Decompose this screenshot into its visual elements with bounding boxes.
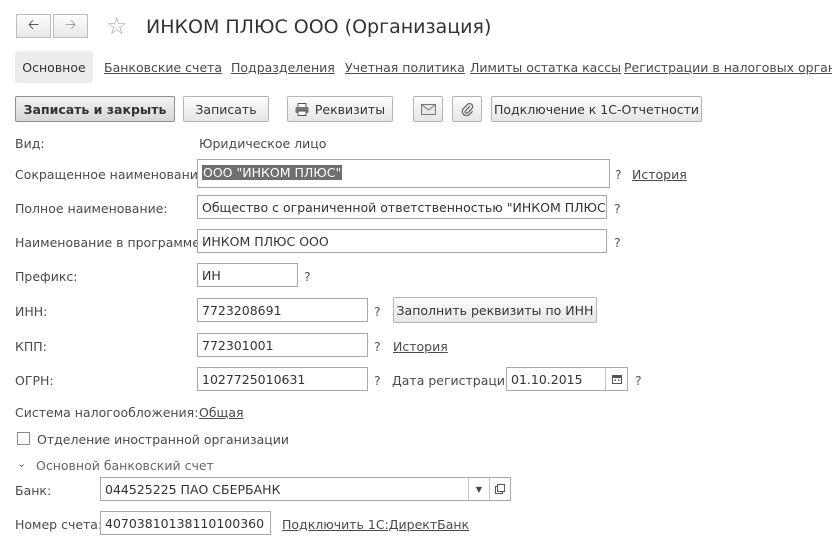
prefix-label: Префикс: (15, 269, 78, 284)
program-name-input[interactable]: ИНКОМ ПЛЮС ООО (197, 229, 607, 253)
arrow-right-icon: 🡢 (64, 17, 77, 33)
bank-label: Банк: (15, 483, 52, 498)
save-button[interactable]: Записать (183, 96, 269, 122)
account-number-input[interactable]: 40703810138110100360 (100, 511, 271, 535)
kpp-label: КПП: (15, 339, 47, 354)
prefix-help[interactable]: ? (304, 269, 311, 284)
connect-directbank-link[interactable]: Подключить 1С:ДиректБанк (282, 517, 469, 532)
bank-value: 044525225 ПАО СБЕРБАНК (105, 481, 281, 497)
open-form-icon (495, 484, 505, 494)
tab-tax-registrations[interactable]: Регистрации в налоговых органах (624, 60, 832, 75)
tax-system-link[interactable]: Общая (199, 405, 244, 420)
kpp-help[interactable]: ? (374, 339, 381, 354)
tab-bank-accounts[interactable]: Банковские счета (104, 60, 222, 75)
inn-label: ИНН: (15, 304, 48, 319)
kind-value[interactable]: Юридическое лицо (199, 136, 326, 151)
registration-date-input[interactable]: 01.10.2015 (506, 367, 628, 391)
program-name-help[interactable]: ? (614, 235, 621, 250)
short-name-history-link[interactable]: История (632, 167, 687, 182)
requisites-label: Реквизиты (314, 101, 386, 117)
tab-accounting-policy[interactable]: Учетная политика (345, 60, 465, 75)
dropdown-arrow-icon: ▼ (475, 484, 483, 494)
full-name-help[interactable]: ? (614, 201, 621, 216)
foreign-branch-checkbox[interactable] (17, 432, 30, 445)
ogrn-label: ОГРН: (15, 373, 54, 388)
ogrn-help[interactable]: ? (374, 373, 381, 388)
inn-help[interactable]: ? (374, 304, 381, 319)
full-name-input[interactable]: Общество с ограниченной ответственностью… (197, 195, 607, 219)
kpp-history-link[interactable]: История (393, 339, 448, 354)
email-button[interactable] (413, 96, 443, 122)
registration-date-label: Дата регистрации: (392, 373, 518, 388)
bank-select[interactable]: 044525225 ПАО СБЕРБАНК ▼ (100, 477, 511, 501)
attach-button[interactable] (452, 96, 482, 122)
inn-input[interactable]: 7723208691 (197, 298, 368, 322)
favorite-star-icon[interactable]: ☆ (106, 14, 128, 38)
short-name-label: Сокращенное наименование: (15, 167, 210, 182)
tax-system-label: Система налогообложения: (15, 405, 199, 420)
registration-date-value: 01.10.2015 (511, 371, 583, 387)
full-name-label: Полное наименование: (15, 201, 168, 216)
fill-by-inn-button[interactable]: Заполнить реквизиты по ИНН (393, 297, 597, 323)
requisites-button[interactable]: Реквизиты (287, 96, 393, 122)
printer-icon (295, 102, 309, 116)
calendar-button[interactable] (605, 368, 627, 390)
paperclip-icon (461, 102, 473, 116)
back-button[interactable]: 🡠 (16, 14, 51, 38)
tab-cash-limits[interactable]: Лимиты остатка кассы (470, 60, 621, 75)
bank-section-title[interactable]: Основной банковский счет (36, 458, 214, 473)
short-name-help[interactable]: ? (615, 167, 622, 182)
tab-main[interactable]: Основное (15, 51, 93, 83)
calendar-icon (611, 375, 622, 384)
tab-departments[interactable]: Подразделения (231, 60, 335, 75)
kpp-input[interactable]: 772301001 (197, 333, 368, 357)
envelope-icon (420, 103, 436, 115)
bank-dropdown-button[interactable]: ▼ (468, 478, 489, 500)
foreign-branch-label: Отделение иностранной организации (37, 432, 290, 447)
short-name-input[interactable]: ООО "ИНКОМ ПЛЮС" (197, 159, 610, 188)
page-title: ИНКОМ ПЛЮС ООО (Организация) (146, 16, 492, 38)
account-number-label: Номер счета: (15, 517, 103, 532)
chevron-down-icon[interactable]: ⌄ (17, 457, 26, 470)
kind-label: Вид: (15, 136, 45, 151)
short-name-value: ООО "ИНКОМ ПЛЮС" (202, 165, 343, 180)
registration-date-help[interactable]: ? (635, 373, 642, 388)
program-name-label: Наименование в программе: (15, 235, 205, 250)
ogrn-input[interactable]: 1027725010631 (197, 367, 368, 391)
arrow-left-icon: 🡠 (27, 17, 40, 33)
prefix-input[interactable]: ИН (197, 263, 298, 287)
save-and-close-button[interactable]: Записать и закрыть (15, 96, 175, 122)
forward-button[interactable]: 🡢 (53, 14, 88, 38)
bank-open-button[interactable] (489, 478, 510, 500)
connect-1c-reporting-button[interactable]: Подключение к 1С-Отчетности (491, 96, 702, 122)
